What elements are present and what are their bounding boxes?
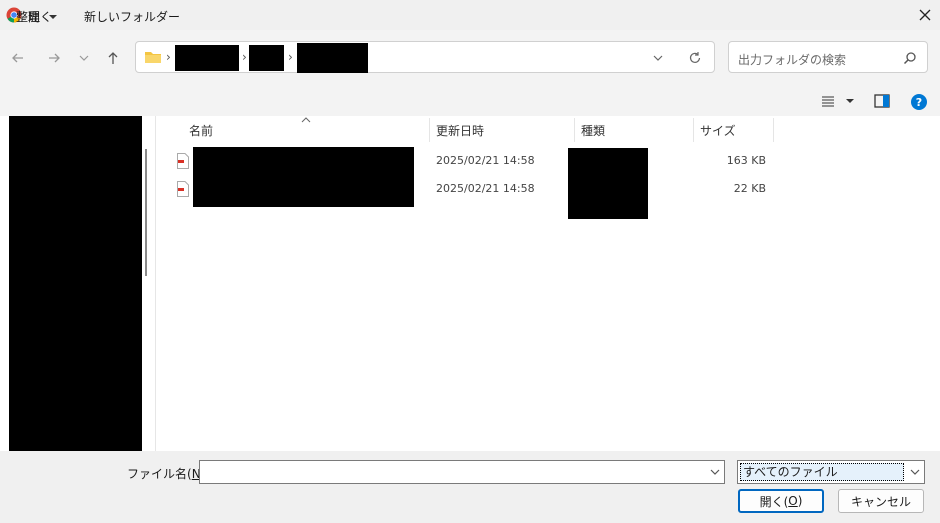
sort-ascending-icon — [301, 117, 311, 123]
address-bar[interactable]: › › › — [135, 41, 715, 73]
view-options-button[interactable] — [821, 94, 857, 111]
file-size: 163 KB — [726, 154, 766, 167]
refresh-icon[interactable] — [688, 51, 702, 65]
filetype-select[interactable]: すべてのファイル — [737, 460, 925, 484]
navigation-scrollbar[interactable] — [145, 149, 147, 276]
navigation-pane-redacted — [9, 116, 142, 451]
column-divider[interactable] — [429, 118, 430, 142]
column-header-type[interactable]: 種類 — [581, 122, 605, 139]
chevron-down-icon[interactable] — [910, 468, 920, 476]
cancel-button[interactable]: キャンセル — [838, 489, 924, 513]
help-icon[interactable]: ? — [910, 93, 928, 114]
command-bar — [0, 86, 940, 117]
arrow-left-icon[interactable] — [6, 46, 30, 70]
column-divider[interactable] — [693, 118, 694, 142]
column-header-date[interactable]: 更新日時 — [436, 122, 484, 139]
filename-input[interactable] — [199, 460, 725, 484]
list-view-icon — [822, 96, 834, 107]
caret-down-icon — [48, 15, 57, 19]
breadcrumb-separator: › — [242, 50, 247, 64]
file-size: 22 KB — [733, 182, 766, 195]
breadcrumb-redacted[interactable] — [297, 43, 368, 73]
organize-label: 整理 — [16, 10, 41, 24]
file-date: 2025/02/21 14:58 — [436, 154, 535, 167]
new-folder-button[interactable]: 新しいフォルダー — [84, 8, 180, 25]
folder-icon — [145, 52, 161, 63]
chevron-down-icon[interactable] — [72, 46, 96, 70]
svg-text:?: ? — [916, 96, 922, 109]
search-icon[interactable] — [903, 51, 917, 65]
breadcrumb-separator: › — [166, 50, 171, 64]
column-divider[interactable] — [574, 118, 575, 142]
file-date: 2025/02/21 14:58 — [436, 182, 535, 195]
breadcrumb-redacted[interactable] — [249, 45, 284, 71]
arrow-up-icon[interactable] — [101, 46, 125, 70]
chevron-down-icon[interactable] — [710, 468, 720, 476]
pdf-file-icon — [177, 153, 189, 169]
column-header-name[interactable]: 名前 — [189, 122, 213, 139]
search-box[interactable]: 出力フォルダの検索 — [728, 41, 928, 73]
breadcrumb-separator: › — [288, 50, 293, 64]
pdf-file-icon — [177, 181, 189, 197]
column-divider[interactable] — [773, 118, 774, 142]
preview-pane-icon[interactable] — [874, 94, 890, 111]
open-button[interactable]: 開く(O) — [738, 489, 824, 513]
arrow-right-icon[interactable] — [42, 46, 66, 70]
breadcrumb-redacted[interactable] — [175, 45, 239, 71]
chevron-down-icon[interactable] — [652, 53, 664, 63]
close-icon[interactable] — [913, 3, 937, 27]
organize-menu[interactable]: 整理 — [16, 8, 58, 25]
filename-label: ファイル名(N): — [127, 467, 209, 481]
column-header-size[interactable]: サイズ — [700, 122, 736, 139]
search-input[interactable]: 出力フォルダの検索 — [738, 51, 846, 68]
filetype-value: すべてのファイル — [740, 463, 904, 481]
